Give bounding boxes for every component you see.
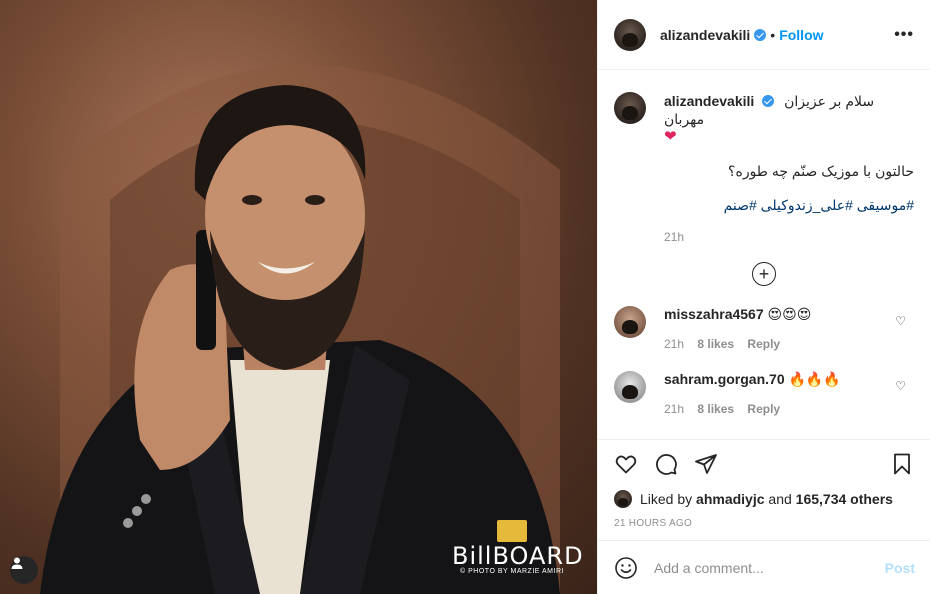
comment-text: 😍😍😍 xyxy=(767,306,812,322)
load-more-comments[interactable]: + xyxy=(614,262,914,286)
share-button[interactable] xyxy=(690,448,722,480)
comment-body: misszahra4567 😍😍😍 21h 8 likes Reply xyxy=(664,306,914,351)
paper-plane-icon xyxy=(695,454,717,474)
like-comment-heart-icon[interactable]: ♡ xyxy=(895,379,906,393)
billboard-watermark: BillBOARD © PHOTO BY MARZIE AMIRI xyxy=(452,520,584,575)
watermark-credit: © PHOTO BY MARZIE AMIRI xyxy=(460,568,564,575)
comment-meta: 21h 8 likes Reply xyxy=(664,402,914,416)
verified-badge-icon xyxy=(762,95,775,107)
comment-time[interactable]: 21h xyxy=(664,402,684,416)
post-actions xyxy=(598,440,930,488)
billboard-logo-icon xyxy=(497,520,527,542)
user-tag-icon xyxy=(11,557,23,569)
bookmark-icon xyxy=(894,453,910,475)
likes-and: and xyxy=(768,491,792,507)
emoji-icon[interactable] xyxy=(614,556,638,580)
like-button[interactable] xyxy=(610,448,642,480)
caption-text-line2: حالتون با موزیک صنّم چه طوره؟ xyxy=(728,163,914,179)
post-comment-button[interactable]: Post xyxy=(885,560,915,576)
comment-text: 🔥🔥🔥 xyxy=(788,371,841,387)
save-button[interactable] xyxy=(886,448,918,480)
add-comment-bar: Post xyxy=(598,540,930,594)
caption-time[interactable]: 21h xyxy=(664,228,914,246)
reply-button[interactable]: Reply xyxy=(747,337,780,351)
heart-icon xyxy=(615,455,637,474)
comment-likes[interactable]: 8 likes xyxy=(697,337,734,351)
commenter-avatar[interactable] xyxy=(614,306,646,338)
header-separator: • xyxy=(770,26,776,43)
comment-input[interactable] xyxy=(654,559,885,576)
comment-time[interactable]: 21h xyxy=(664,337,684,351)
commenter-username[interactable]: sahram.gorgan.70 xyxy=(664,371,785,387)
post-details-panel: alizandevakili • Follow ••• alizandevaki… xyxy=(597,0,930,594)
comment-button[interactable] xyxy=(650,448,682,480)
comment-body: sahram.gorgan.70 🔥🔥🔥 21h 8 likes Reply xyxy=(664,371,914,416)
caption: alizandevakili سلام بر عزیزان مهربان ❤ ح… xyxy=(614,70,914,246)
liker-username[interactable]: ahmadiyjc xyxy=(696,491,764,507)
caption-username[interactable]: alizandevakili xyxy=(664,93,754,109)
comment-likes[interactable]: 8 likes xyxy=(697,402,734,416)
watermark-brand: BillBOARD xyxy=(452,542,584,570)
likes-summary: Liked by ahmadiyjc and 165,734 others xyxy=(598,488,930,510)
portrait-illustration xyxy=(40,65,560,594)
author-username[interactable]: alizandevakili xyxy=(660,27,750,43)
more-options-icon[interactable]: ••• xyxy=(894,26,914,44)
comment-meta: 21h 8 likes Reply xyxy=(664,337,914,351)
commenter-avatar[interactable] xyxy=(614,371,646,403)
verified-badge-icon xyxy=(754,28,767,41)
post-photo[interactable]: BillBOARD © PHOTO BY MARZIE AMIRI xyxy=(0,0,597,594)
reply-button[interactable]: Reply xyxy=(747,402,780,416)
post-header: alizandevakili • Follow ••• xyxy=(598,0,930,70)
user-tag-button[interactable] xyxy=(10,556,38,584)
heart-emoji: ❤ xyxy=(664,128,677,145)
caption-avatar[interactable] xyxy=(614,92,646,124)
comments-section[interactable]: alizandevakili سلام بر عزیزان مهربان ❤ ح… xyxy=(598,70,930,440)
posted-time[interactable]: 21 HOURS AGO xyxy=(598,514,930,534)
instagram-post: BillBOARD © PHOTO BY MARZIE AMIRI alizan… xyxy=(0,0,930,594)
comment-item: sahram.gorgan.70 🔥🔥🔥 21h 8 likes Reply ♡ xyxy=(614,371,914,416)
follow-button[interactable]: Follow xyxy=(779,27,823,43)
liker-avatar[interactable] xyxy=(614,490,632,508)
caption-hashtags[interactable]: #موسیقی #علی_زندوکیلی #صنم xyxy=(664,196,914,214)
comment-item: misszahra4567 😍😍😍 21h 8 likes Reply ♡ xyxy=(614,306,914,351)
commenter-username[interactable]: misszahra4567 xyxy=(664,306,764,322)
comment-icon xyxy=(656,454,677,475)
like-comment-heart-icon[interactable]: ♡ xyxy=(895,314,906,328)
likes-others-link[interactable]: 165,734 others xyxy=(796,491,893,507)
author-avatar[interactable] xyxy=(614,18,646,51)
likes-prefix: Liked by xyxy=(640,491,693,507)
caption-body: alizandevakili سلام بر عزیزان مهربان ❤ ح… xyxy=(664,92,914,246)
plus-circle-icon[interactable]: + xyxy=(752,262,776,286)
